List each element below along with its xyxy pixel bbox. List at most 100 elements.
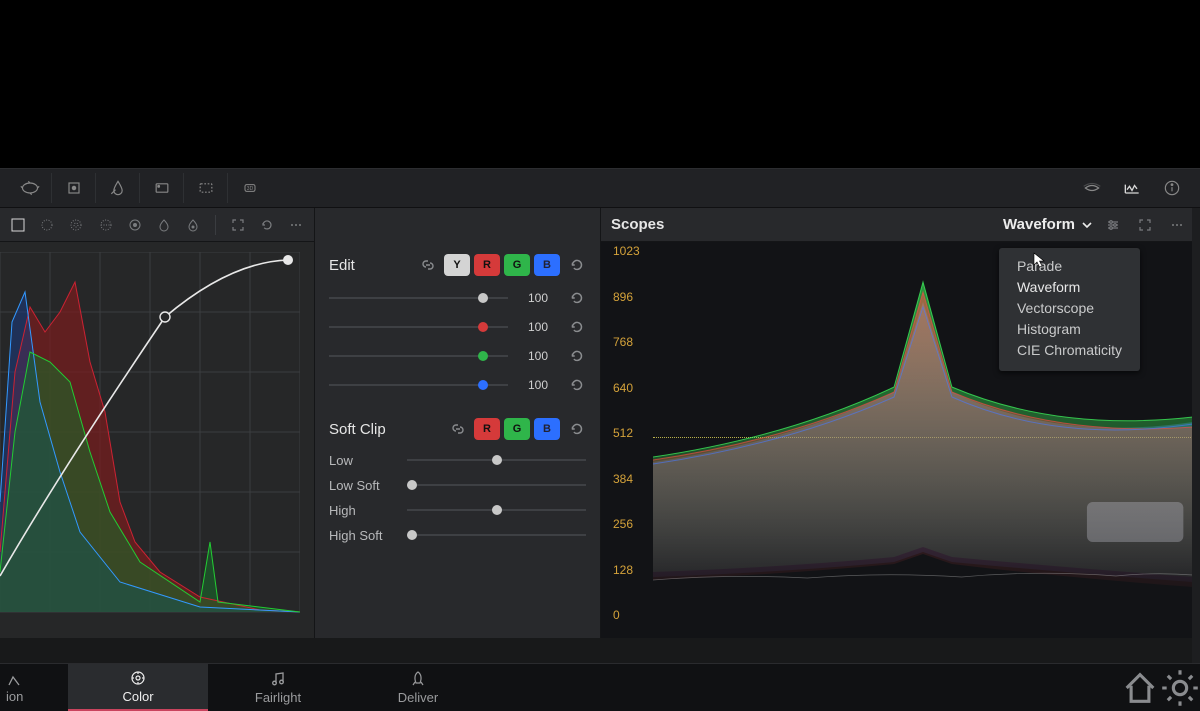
edit-reset-icon[interactable] — [568, 256, 586, 274]
eye-stack-icon[interactable] — [1072, 173, 1112, 203]
scope-type-dropdown[interactable]: Waveform — [1003, 216, 1093, 233]
slider-reset-icon[interactable] — [568, 318, 586, 336]
softclip-slider[interactable] — [407, 452, 586, 468]
edit-slider-value[interactable]: 100 — [516, 375, 560, 395]
curves-mode-satsat-icon[interactable] — [123, 213, 146, 237]
curves-mode-huesat-icon[interactable] — [94, 213, 117, 237]
workspace-tab-partial[interactable]: ion — [0, 664, 68, 711]
edit-slider-row: 100 — [329, 375, 586, 395]
right-scroll-strip[interactable] — [1192, 208, 1200, 663]
workspace-tab-label: Fairlight — [255, 690, 301, 705]
scope-tick-label: 768 — [613, 335, 633, 349]
edit-panel: Edit Y R G B 100 100 — [315, 208, 601, 638]
softclip-label: High Soft — [329, 528, 399, 543]
crop-icon[interactable] — [184, 173, 228, 203]
edit-slider-row: 100 — [329, 288, 586, 308]
scope-menu-item[interactable]: Histogram — [1013, 319, 1126, 340]
curves-mode-lumsat-icon[interactable] — [35, 213, 58, 237]
slider-reset-icon[interactable] — [568, 347, 586, 365]
gear-icon[interactable] — [1160, 664, 1200, 711]
edit-slider-row: 100 — [329, 346, 586, 366]
scopes-panel: Scopes Waveform 102389676864051238425612… — [601, 208, 1200, 638]
scope-toggle-icon[interactable] — [1112, 173, 1152, 203]
window-icon[interactable] — [140, 173, 184, 203]
softclip-slider[interactable] — [407, 527, 586, 543]
workspace-bar: ion Color Fairlight Deliver — [0, 663, 1200, 711]
scope-type-menu[interactable]: ParadeWaveformVectorscopeHistogramCIE Ch… — [999, 248, 1140, 371]
rocket-icon — [409, 670, 427, 688]
workspace-tab-color[interactable]: Color — [68, 664, 208, 711]
link-icon[interactable] — [420, 257, 436, 273]
edit-slider[interactable] — [329, 377, 508, 393]
edit-slider[interactable] — [329, 290, 508, 306]
slider-reset-icon[interactable] — [568, 376, 586, 394]
color-wheel-icon — [129, 669, 147, 687]
workspace-tab-deliver[interactable]: Deliver — [348, 664, 488, 711]
info-icon[interactable] — [1152, 173, 1192, 203]
home-icon[interactable] — [1120, 664, 1160, 711]
curves-graph[interactable] — [0, 252, 300, 622]
curves-more-icon[interactable] — [285, 213, 308, 237]
scope-settings-icon[interactable] — [1101, 213, 1125, 237]
qualifier-icon[interactable] — [52, 173, 96, 203]
edit-slider[interactable] — [329, 319, 508, 335]
softclip-slider-row: Low Soft — [329, 477, 586, 493]
slider-reset-icon[interactable] — [568, 289, 586, 307]
3d-icon[interactable]: 3D — [228, 173, 272, 203]
curves-panel — [0, 208, 315, 638]
softclip-pill-r[interactable]: R — [474, 418, 500, 440]
scope-expand-icon[interactable] — [1133, 213, 1157, 237]
scope-type-label: Waveform — [1003, 216, 1075, 233]
scopes-header: Scopes Waveform — [601, 208, 1199, 242]
channel-pill-b[interactable]: B — [534, 254, 560, 276]
softclip-slider-row: High — [329, 502, 586, 518]
scopes-title: Scopes — [611, 216, 664, 233]
scope-tick-label: 384 — [613, 472, 633, 486]
softclip-title: Soft Clip — [329, 421, 386, 438]
workspace-tab-label: Deliver — [398, 690, 438, 705]
softclip-pill-g[interactable]: G — [504, 418, 530, 440]
scope-tick-label: 640 — [613, 381, 633, 395]
softclip-link-icon[interactable] — [450, 421, 466, 437]
music-icon — [269, 670, 287, 688]
curves-mode-huehue-icon[interactable] — [65, 213, 88, 237]
mask-icon[interactable] — [8, 173, 52, 203]
scope-menu-item[interactable]: CIE Chromaticity — [1013, 340, 1126, 361]
cursor-icon — [1033, 252, 1047, 270]
scope-more-icon[interactable] — [1165, 213, 1189, 237]
scope-tick-label: 512 — [613, 426, 633, 440]
softclip-label: Low Soft — [329, 478, 399, 493]
palette-toolstrip: 3D — [0, 168, 1200, 208]
softclip-slider[interactable] — [407, 477, 586, 493]
scope-menu-item[interactable]: Parade — [1013, 256, 1126, 277]
edit-slider-value[interactable]: 100 — [516, 288, 560, 308]
chevron-down-icon — [1081, 219, 1093, 231]
scope-menu-item[interactable]: Vectorscope — [1013, 298, 1126, 319]
channel-pill-r[interactable]: R — [474, 254, 500, 276]
curves-mode-custom2-icon[interactable] — [182, 213, 205, 237]
edit-slider-value[interactable]: 100 — [516, 317, 560, 337]
softclip-label: Low — [329, 453, 399, 468]
softclip-slider[interactable] — [407, 502, 586, 518]
edit-slider[interactable] — [329, 348, 508, 364]
workspace-tab-fairlight[interactable]: Fairlight — [208, 664, 348, 711]
softclip-reset-icon[interactable] — [568, 420, 586, 438]
channel-pill-y[interactable]: Y — [444, 254, 470, 276]
workspace-tab-label: Color — [122, 689, 153, 704]
softclip-pill-b[interactable]: B — [534, 418, 560, 440]
channel-pill-g[interactable]: G — [504, 254, 530, 276]
scope-tick-label: 256 — [613, 517, 633, 531]
softclip-slider-row: High Soft — [329, 527, 586, 543]
drop-icon[interactable] — [96, 173, 140, 203]
scope-menu-item[interactable]: Waveform — [1013, 277, 1126, 298]
softclip-label: High — [329, 503, 399, 518]
viewer-blank — [0, 0, 1200, 168]
edit-slider-value[interactable]: 100 — [516, 346, 560, 366]
edit-title: Edit — [329, 257, 355, 274]
curves-reset-icon[interactable] — [255, 213, 278, 237]
curves-expand-icon[interactable] — [226, 213, 249, 237]
curves-mode-custom1-icon[interactable] — [153, 213, 176, 237]
scope-tick-label: 0 — [613, 608, 620, 622]
scope-tick-label: 1023 — [613, 244, 640, 258]
curves-mode-custom-icon[interactable] — [6, 213, 29, 237]
